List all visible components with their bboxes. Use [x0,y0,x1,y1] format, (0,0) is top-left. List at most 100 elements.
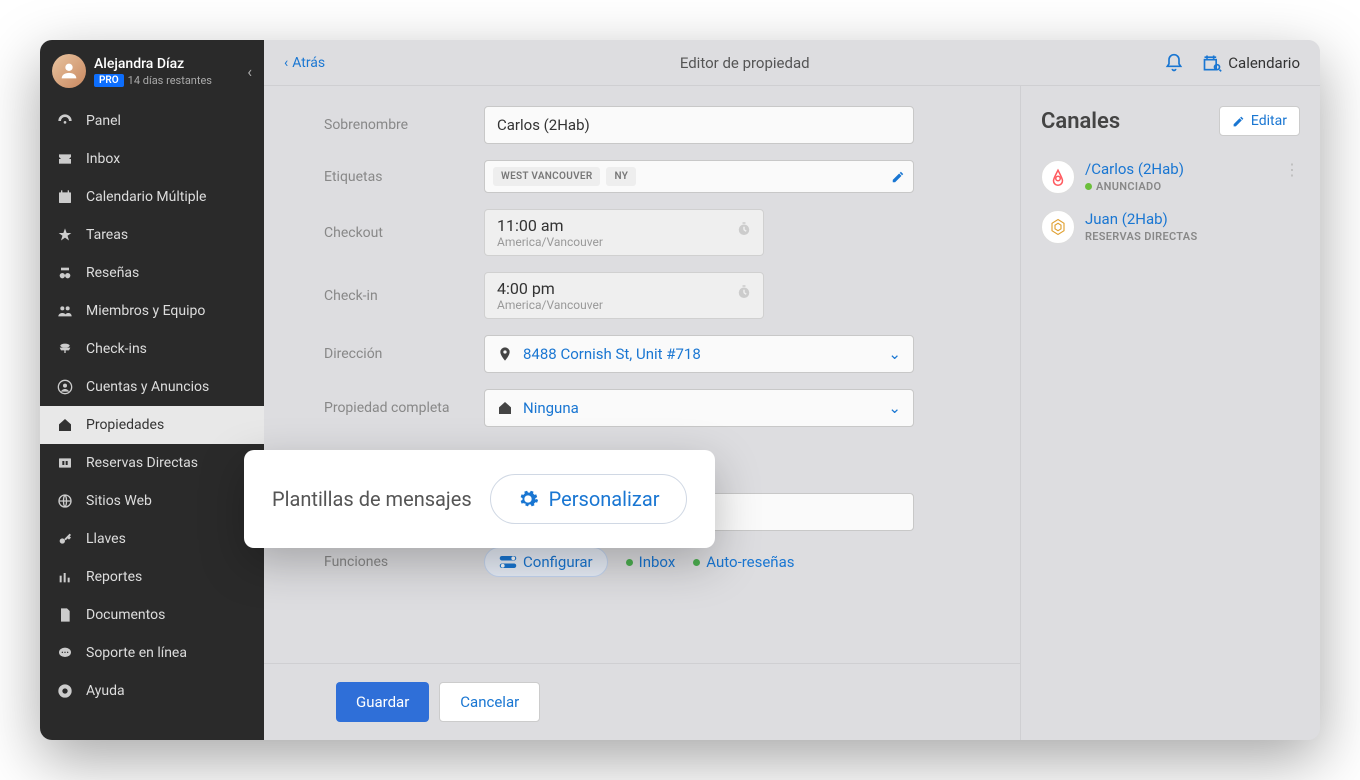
app-window: Alejandra Díaz PRO 14 días restantes ‹ P… [40,40,1320,740]
home-icon [497,400,513,416]
pencil-icon[interactable] [891,170,905,184]
action-bar: Guardar Cancelar [264,663,1020,740]
fullprop-label: Propiedad completa [324,400,484,416]
back-label: Atrás [292,55,325,71]
page-title: Editor de propiedad [325,54,1164,72]
address-select[interactable]: 8488 Cornish St, Unit #718 ⌄ [484,335,914,373]
checkin-label: Check-in [324,288,484,304]
direct-booking-icon [1041,210,1075,244]
address-value: 8488 Cornish St, Unit #718 [523,345,701,363]
nav-label: Propiedades [86,417,164,433]
toggle-icon [499,555,517,569]
tags-box[interactable]: WEST VANCOUVER NY [484,160,914,193]
nav-label: Soporte en línea [86,645,187,661]
fullprop-select[interactable]: Ninguna ⌄ [484,389,914,427]
nav-properties[interactable]: Propiedades [40,406,264,444]
checkout-time: 11:00 am [497,216,751,235]
clock-icon [735,283,753,301]
nav-panel[interactable]: Panel [40,102,264,140]
functions-label: Funciones [324,554,484,570]
nickname-label: Sobrenombre [324,117,484,133]
user-circle-icon [56,378,74,396]
checkin-tz: America/Vancouver [497,298,751,312]
nav-support[interactable]: Soporte en línea [40,634,264,672]
nav-label: Sitios Web [86,493,152,509]
bell-icon [56,340,74,358]
property-form: Sobrenombre Etiquetas WEST VANCOUVER NY [264,86,1020,663]
nav-checkins[interactable]: Check-ins [40,330,264,368]
calendar-link[interactable]: Calendario [1202,53,1300,73]
nav-accounts[interactable]: Cuentas y Anuncios [40,368,264,406]
tags-label: Etiquetas [324,169,484,185]
nav-label: Reseñas [86,265,139,281]
reviews-icon [56,264,74,282]
nav-reports[interactable]: Reportes [40,558,264,596]
chat-icon [56,644,74,662]
avatar [52,54,86,88]
chevron-down-icon: ⌄ [888,345,901,363]
save-button[interactable]: Guardar [336,682,429,722]
pro-badge: PRO [94,74,124,87]
nav-direct-bookings[interactable]: Reservas Directas [40,444,264,482]
notifications-icon[interactable] [1164,53,1184,73]
inbox-icon [56,150,74,168]
nickname-input[interactable] [484,106,914,144]
nav-tasks[interactable]: Tareas [40,216,264,254]
main-area: ‹ Atrás Editor de propiedad Calendario S… [264,40,1320,740]
nav-reviews[interactable]: Reseñas [40,254,264,292]
key-icon [56,530,74,548]
channel-name: /Carlos (2Hab) [1085,160,1274,178]
nav-inbox[interactable]: Inbox [40,140,264,178]
chart-icon [56,568,74,586]
nav-help[interactable]: Ayuda [40,672,264,710]
func-inbox[interactable]: Inbox [626,553,676,571]
configure-button[interactable]: Configurar [484,547,608,577]
team-icon [56,302,74,320]
nav-documents[interactable]: Documentos [40,596,264,634]
channel-item[interactable]: /Carlos (2Hab) ANUNCIADO ⋮ [1041,152,1300,202]
sidebar: Alejandra Díaz PRO 14 días restantes ‹ P… [40,40,264,740]
cancel-button[interactable]: Cancelar [439,682,540,722]
checkin-time-field[interactable]: 4:00 pm America/Vancouver [484,272,764,319]
nav-label: Reservas Directas [86,455,198,471]
checkout-time-field[interactable]: 11:00 am America/Vancouver [484,209,764,256]
templates-popover: Plantillas de mensajes Personalizar [244,450,715,548]
edit-label: Editar [1251,113,1287,129]
nav-multi-calendar[interactable]: Calendario Múltiple [40,178,264,216]
popover-title: Plantillas de mensajes [272,487,472,511]
tag-item[interactable]: NY [606,167,636,186]
nav-label: Ayuda [86,683,125,699]
configure-label: Configurar [523,553,593,571]
nav-label: Panel [86,113,121,129]
chevron-down-icon: ⌄ [888,399,901,417]
func-autoreview[interactable]: Auto-reseñas [693,553,794,571]
channels-edit-button[interactable]: Editar [1219,106,1300,136]
home-icon [56,416,74,434]
nav-keys[interactable]: Llaves [40,520,264,558]
customize-label: Personalizar [549,487,660,511]
calendar-icon [56,188,74,206]
user-block[interactable]: Alejandra Díaz PRO 14 días restantes ‹ [40,40,264,102]
channel-status: ANUNCIADO [1096,180,1161,193]
channel-item[interactable]: Juan (2Hab) RESERVAS DIRECTAS [1041,202,1300,252]
nav-team[interactable]: Miembros y Equipo [40,292,264,330]
back-button[interactable]: ‹ Atrás [284,55,325,71]
status-dot [693,559,700,566]
nav-websites[interactable]: Sitios Web [40,482,264,520]
customize-button[interactable]: Personalizar [490,474,687,524]
channel-name: Juan (2Hab) [1085,210,1300,228]
more-icon[interactable]: ⋮ [1284,160,1300,179]
channel-status: RESERVAS DIRECTAS [1085,230,1197,243]
dashboard-icon [56,112,74,130]
status-dot [1085,183,1092,190]
nav-label: Miembros y Equipo [86,303,205,319]
nav-label: Documentos [86,607,165,623]
checkout-label: Checkout [324,225,484,241]
collapse-sidebar-icon[interactable]: ‹ [247,62,252,81]
tag-item[interactable]: WEST VANCOUVER [493,167,600,186]
star-icon [56,226,74,244]
checkout-tz: America/Vancouver [497,235,751,249]
nav-label: Tareas [86,227,128,243]
status-dot [626,559,633,566]
booking-icon [56,454,74,472]
